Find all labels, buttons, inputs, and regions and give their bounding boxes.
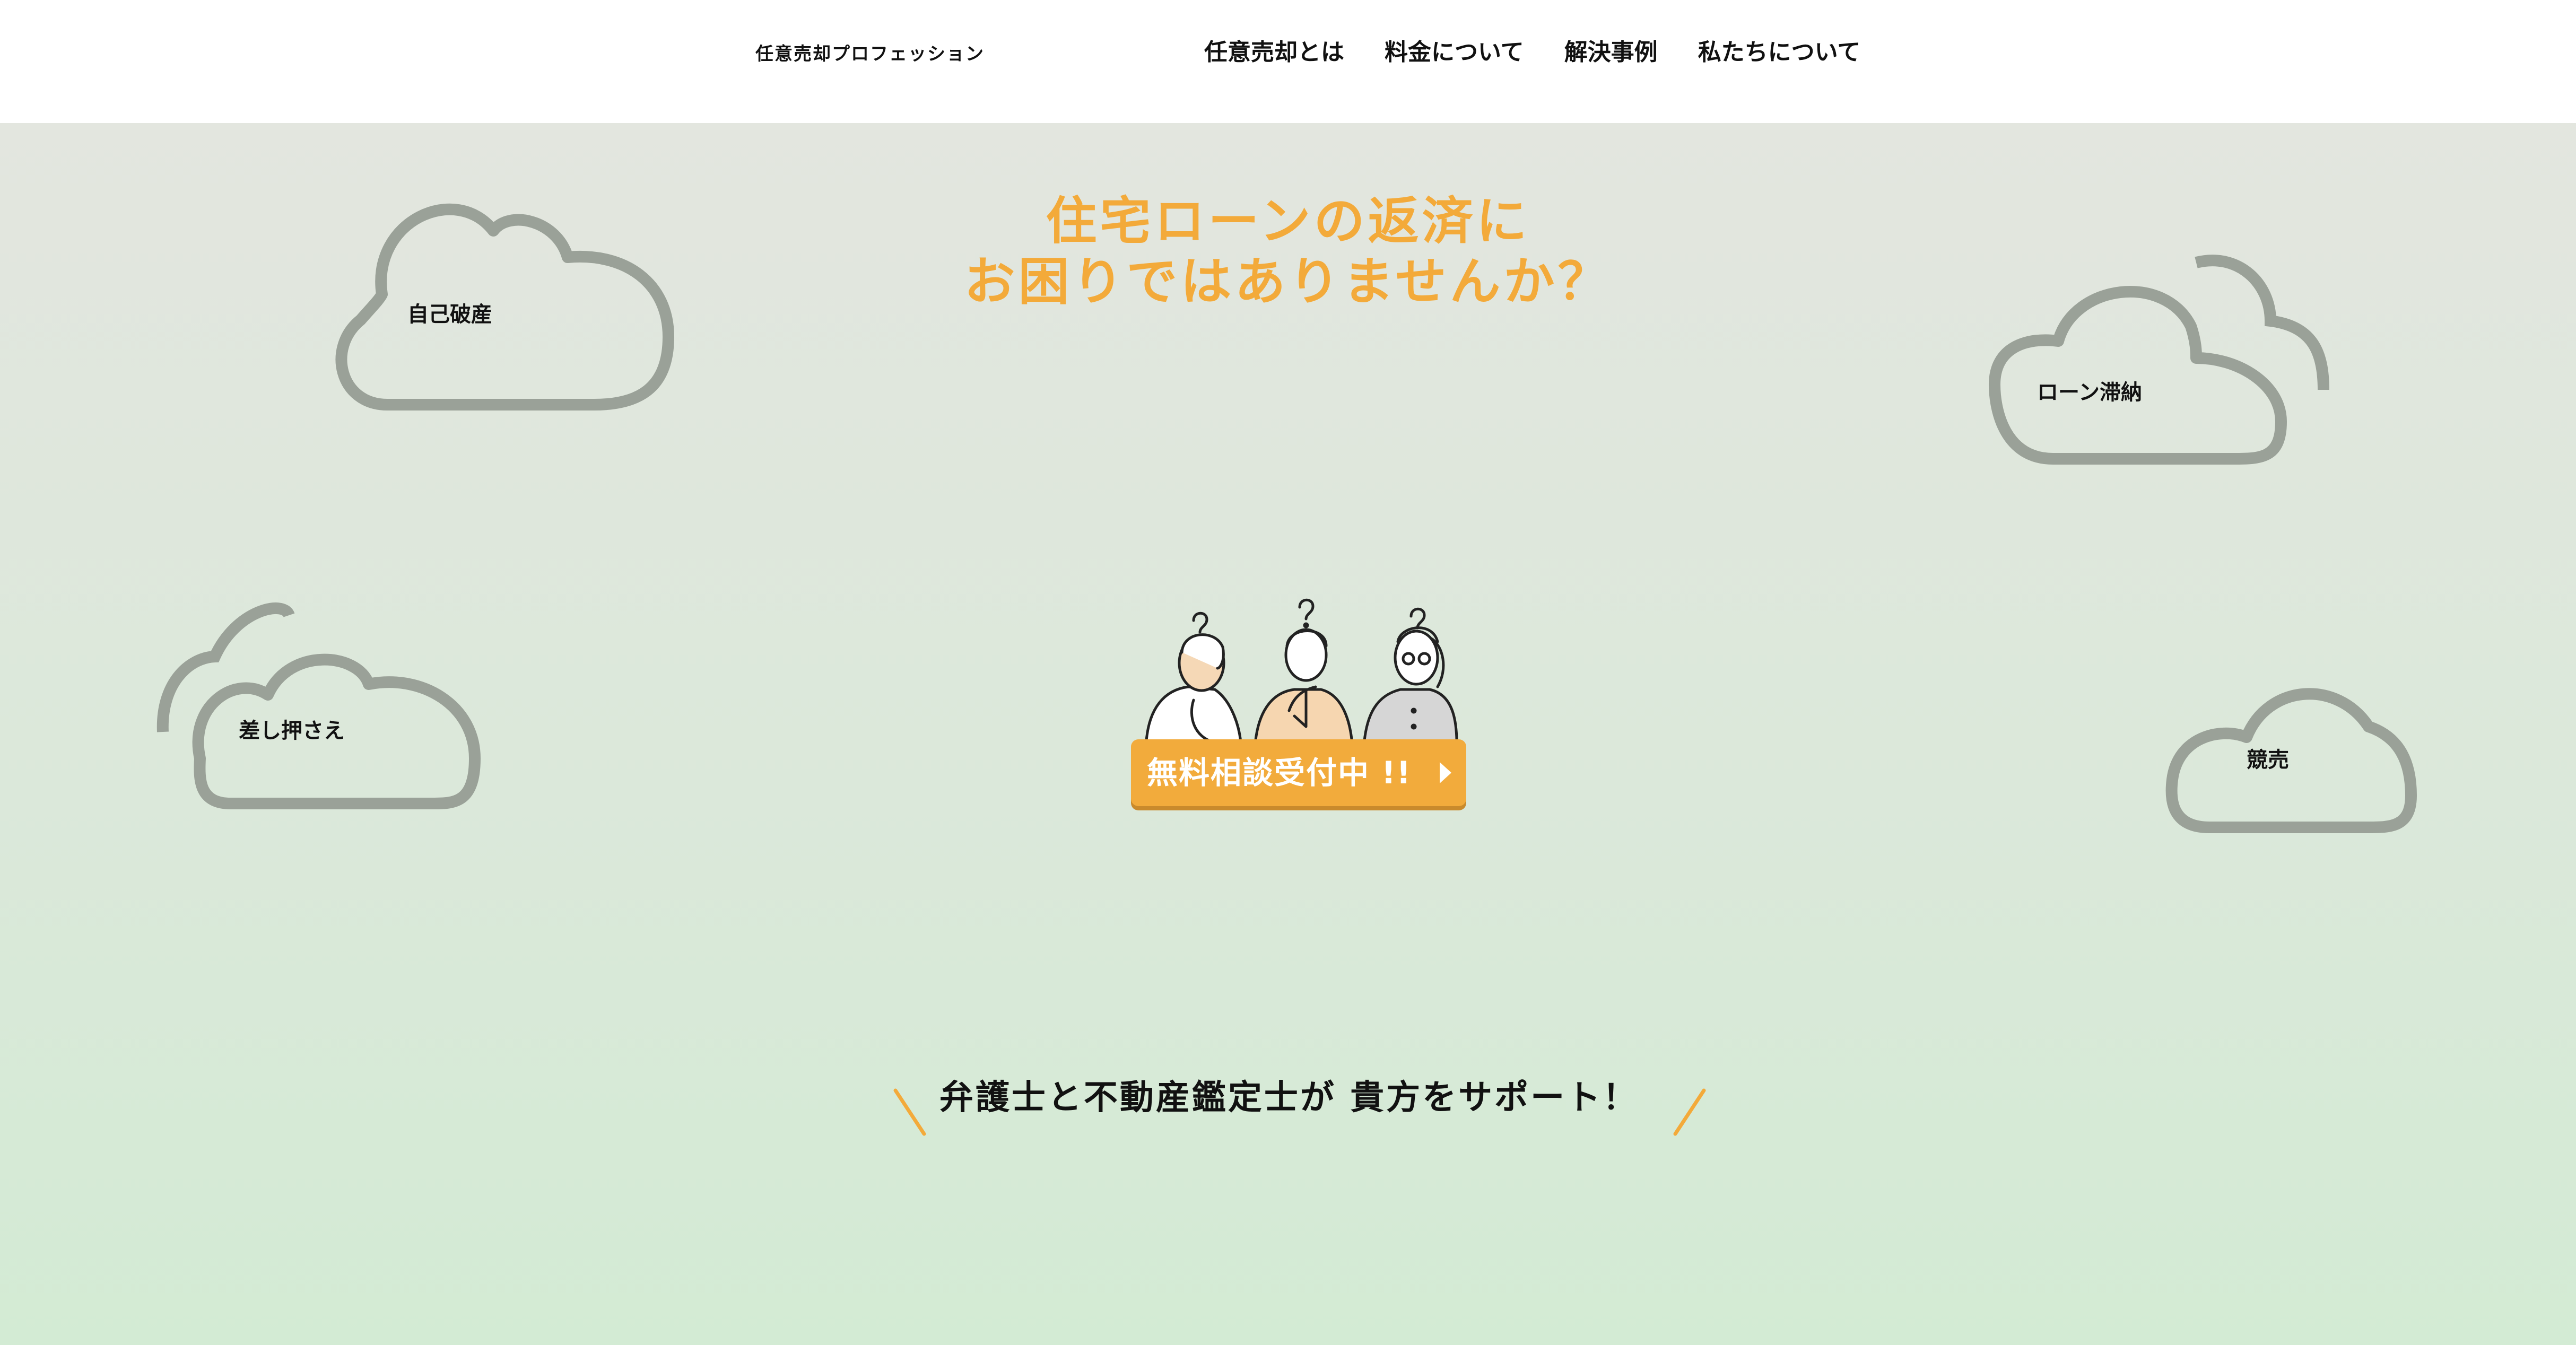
cloud-auction: 競売 — [2165, 674, 2422, 838]
cloud-loan-delinquency: ローン滞納 — [1984, 252, 2334, 475]
cloud-outline-icon — [1989, 255, 2329, 465]
hero-headline-line1: 住宅ローンの返済に — [1046, 191, 1530, 251]
nav-item-cases[interactable]: 解決事例 — [1564, 34, 1658, 71]
cloud-label-loan-delinquency: ローン滞納 — [2037, 380, 2142, 405]
hero-headline-line2: お困りではありませんか？ — [964, 252, 1612, 311]
site-logo[interactable]: 任意売却プロフェッション — [755, 39, 985, 65]
site-header: 任意売却プロフェッション 任意売却とは 料金について 解決事例 私たちについて — [0, 0, 2576, 123]
nav-item-pricing[interactable]: 料金について — [1385, 34, 1524, 71]
three-people-wondering-illustration — [1135, 477, 1464, 774]
cloud-label-auction: 競売 — [2247, 748, 2289, 772]
cloud-label-seizure: 差し押さえ — [239, 719, 345, 743]
nav-item-about-us[interactable]: 私たちについて — [1698, 34, 1861, 71]
hero-headline: 住宅ローンの返済に お困りではありませんか？ — [890, 191, 1686, 312]
nav-item-about-sale[interactable]: 任意売却とは — [1204, 34, 1344, 71]
main-nav: 任意売却とは 料金について 解決事例 私たちについて — [1204, 34, 1860, 71]
free-consultation-button[interactable]: 無料相談受付中 !! — [1131, 739, 1466, 806]
play-triangle-icon — [1440, 762, 1451, 783]
cloud-seizure: 差し押さえ — [156, 602, 485, 817]
cloud-outline-icon — [156, 602, 481, 809]
cloud-label-bankruptcy: 自己破産 — [407, 302, 492, 327]
slash-right-icon — [1673, 1088, 1706, 1136]
cloud-outline-icon — [335, 203, 674, 411]
cta-label: 無料相談受付中 !! — [1147, 755, 1412, 791]
support-tagline: 弁護士と不動産鑑定士が 貴方をサポート！ — [939, 1078, 1639, 1117]
cloud-outline-icon — [2165, 688, 2417, 833]
cloud-bankruptcy: 自己破産 — [318, 188, 679, 411]
